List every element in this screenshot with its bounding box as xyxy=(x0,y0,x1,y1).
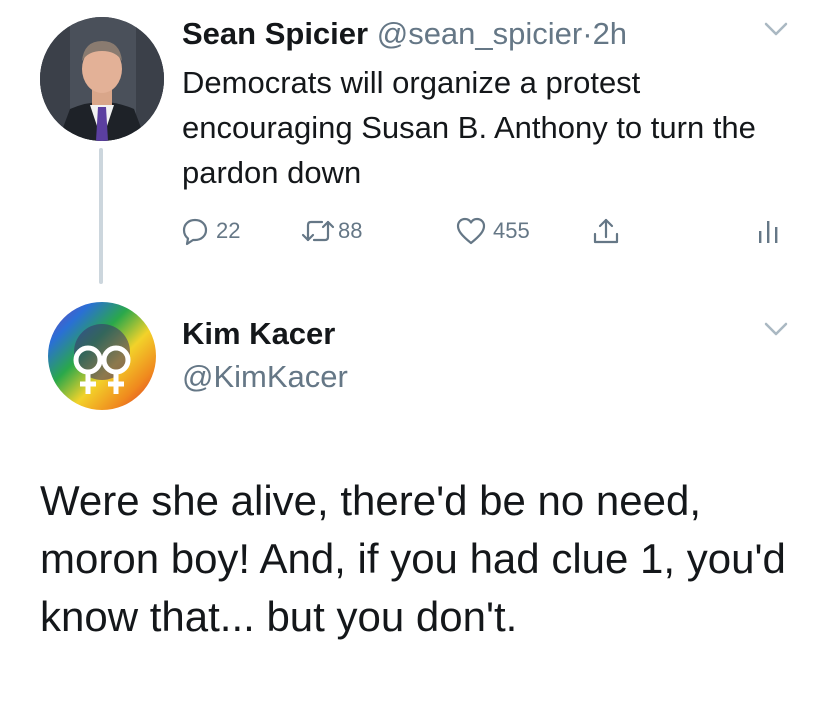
share-button[interactable] xyxy=(590,213,622,249)
chevron-down-icon[interactable] xyxy=(760,318,792,340)
avatar-sean-spicier[interactable] xyxy=(40,17,164,141)
tweet2-text: Were she alive, there'd be no need, moro… xyxy=(40,477,786,640)
heart-icon xyxy=(455,216,487,246)
tweet2-author-handle[interactable]: @KimKacer xyxy=(182,357,348,397)
reply-icon xyxy=(180,216,210,246)
tweet1-text: Democrats will organize a protest encour… xyxy=(182,65,756,190)
tweet1-separator: · xyxy=(582,16,593,51)
avatar-kim-kacer[interactable] xyxy=(40,294,164,418)
tweet1-header: Sean Spicier @sean_spicier·2h xyxy=(182,14,627,54)
thread-connector-line xyxy=(99,148,103,284)
retweet-button[interactable]: 88 xyxy=(300,213,362,249)
analytics-button[interactable] xyxy=(756,213,782,249)
like-count: 455 xyxy=(493,218,530,243)
avatar-image xyxy=(48,302,156,410)
retweet-count: 88 xyxy=(338,218,363,243)
like-button[interactable]: 455 xyxy=(455,213,530,249)
reply-button[interactable]: 22 xyxy=(180,213,240,249)
analytics-icon xyxy=(756,215,782,247)
tweet1-author-name[interactable]: Sean Spicier xyxy=(182,16,368,51)
tweet1-timestamp[interactable]: 2h xyxy=(593,16,627,51)
retweet-icon xyxy=(300,216,336,246)
tweet1-author-handle[interactable]: @sean_spicier xyxy=(377,16,583,51)
share-icon xyxy=(590,215,622,247)
tweet2-author-name[interactable]: Kim Kacer xyxy=(182,314,335,354)
reply-count: 22 xyxy=(216,218,241,243)
chevron-down-icon[interactable] xyxy=(760,18,792,40)
avatar-image xyxy=(40,17,164,141)
